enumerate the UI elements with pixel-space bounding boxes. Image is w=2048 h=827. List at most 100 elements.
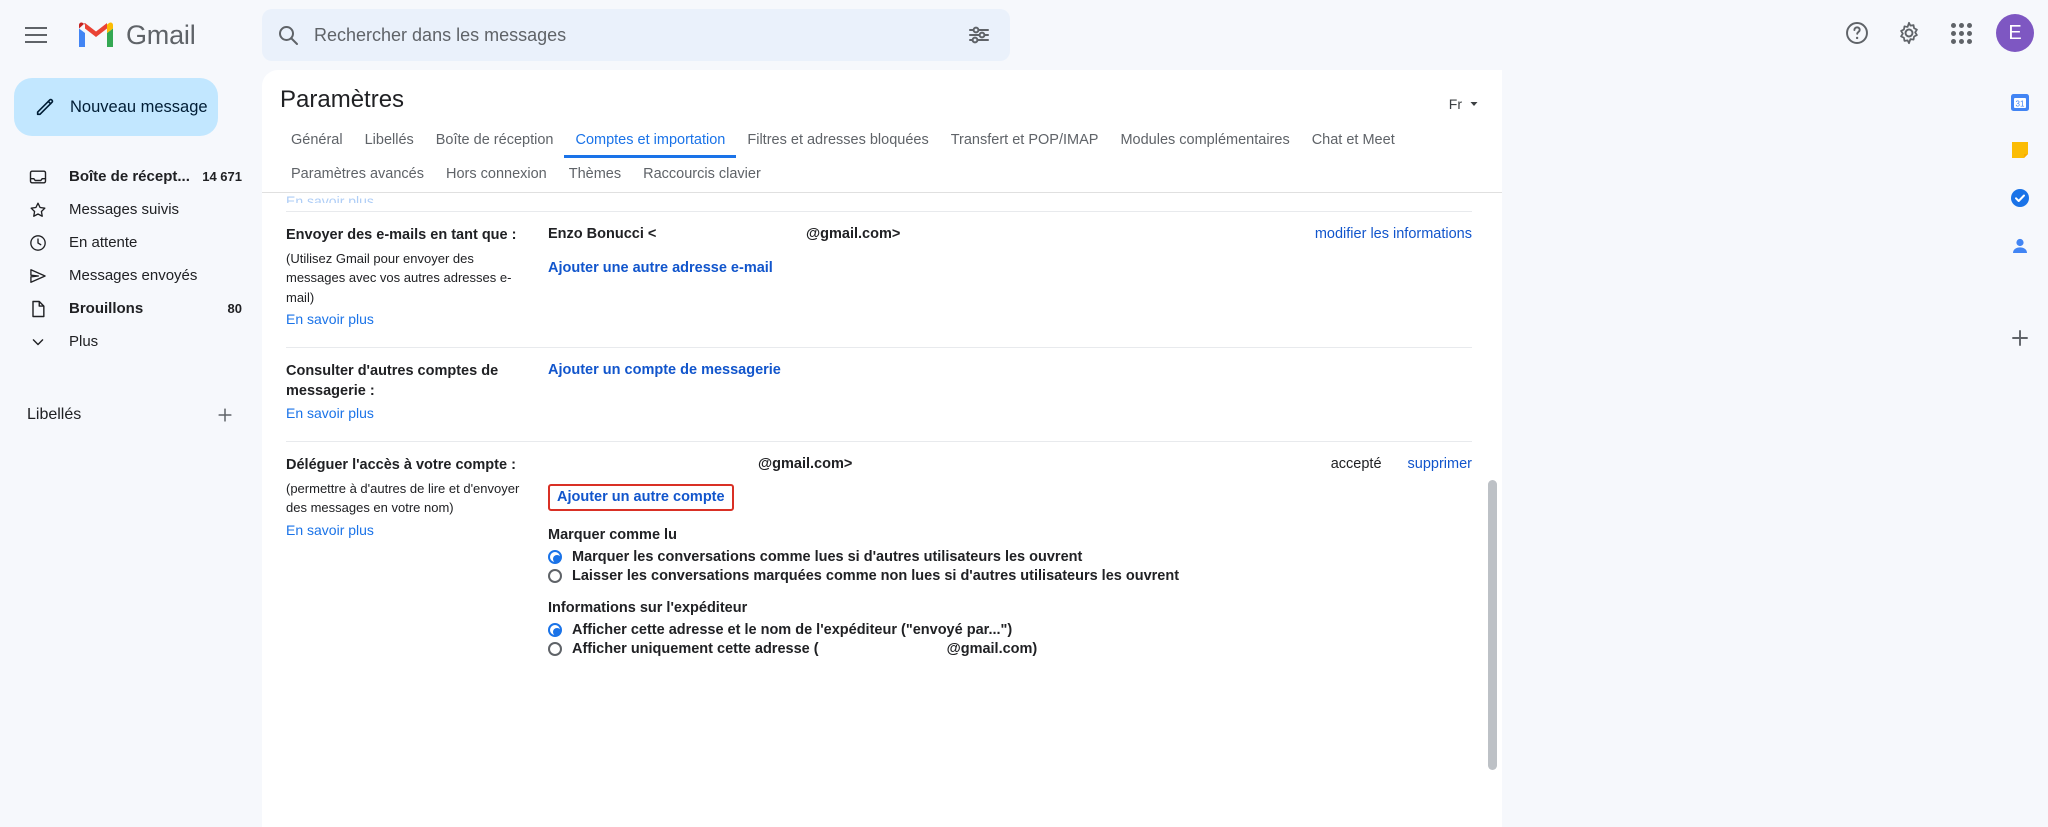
labels-header: Libellés: [27, 400, 240, 430]
sidebar-item-sent[interactable]: Messages envoyés: [0, 259, 248, 292]
radio-show-address-and-name[interactable]: [548, 623, 562, 638]
brand-name: Gmail: [126, 19, 196, 50]
tab-addons[interactable]: Modules complémentaires: [1109, 126, 1300, 158]
page-title: Paramètres: [280, 86, 405, 113]
chevron-down-icon: [1470, 102, 1478, 106]
send-icon: [27, 266, 49, 286]
add-another-account-link[interactable]: Ajouter un autre compte: [557, 489, 725, 505]
google-apps-icon[interactable]: [1938, 10, 1984, 56]
add-side-panel-app-icon[interactable]: [2006, 324, 2034, 352]
sender-info-option-1-label: Afficher cette adresse et le nom de l'ex…: [572, 622, 1013, 639]
tab-accounts-and-import[interactable]: Comptes et importation: [564, 126, 736, 158]
partial-learn-more-link[interactable]: En savoir plus: [280, 193, 1472, 203]
sidebar-item-count: 14 671: [202, 169, 242, 184]
send-as-account-name: Enzo Bonucci <: [548, 226, 657, 242]
sender-info-option-1[interactable]: Afficher cette adresse et le nom de l'ex…: [548, 622, 1472, 638]
delegate-status: accepté: [1330, 456, 1382, 473]
check-other-mail-learn-more-link[interactable]: En savoir plus: [286, 405, 532, 421]
keep-icon[interactable]: [2006, 136, 2034, 164]
sender-info-section: Informations sur l'expéditeur Afficher c…: [548, 600, 1472, 657]
mark-as-read-title: Marquer comme lu: [548, 527, 677, 544]
scrollbar-thumb[interactable]: [1488, 480, 1497, 770]
send-as-account-mail: @gmail.com>: [806, 226, 901, 242]
avatar[interactable]: E: [1996, 14, 2034, 52]
send-as-add-address-link[interactable]: Ajouter une autre adresse e-mail: [548, 260, 1472, 276]
search-options-icon[interactable]: [962, 18, 996, 52]
add-mail-account-link[interactable]: Ajouter un compte de messagerie: [548, 362, 1472, 378]
svg-text:31: 31: [2016, 99, 2025, 108]
check-other-mail-title: Consulter d'autres comptes de messagerie…: [286, 363, 499, 399]
delegation-title: Déléguer l'accès à votre compte :: [286, 457, 516, 474]
calendar-icon[interactable]: 31: [2006, 88, 2034, 116]
tab-labels[interactable]: Libellés: [354, 126, 425, 158]
settings-tabs-row-2: Paramètres avancés Hors connexion Thèmes…: [280, 160, 1502, 192]
sender-info-title: Informations sur l'expéditeur: [548, 600, 748, 617]
sidebar-item-label: En attente: [69, 234, 138, 251]
delegation-label-column: Déléguer l'accès à votre compte : (perme…: [286, 456, 548, 660]
sidebar-nav: Boîte de récept... 14 671 Messages suivi…: [0, 160, 262, 358]
tab-offline[interactable]: Hors connexion: [435, 160, 558, 192]
contacts-icon[interactable]: [2006, 232, 2034, 260]
language-selector[interactable]: Fr: [1449, 96, 1480, 112]
sidebar-item-label: Boîte de récept...: [69, 168, 190, 185]
mark-as-read-option-1-label: Marquer les conversations comme lues si …: [572, 549, 1083, 566]
gmail-logo[interactable]: Gmail: [76, 20, 196, 51]
send-as-section: Envoyer des e-mails en tant que : (Utili…: [280, 212, 1472, 339]
sidebar-item-label: Plus: [69, 333, 99, 350]
sidebar-item-label: Messages suivis: [69, 201, 180, 218]
compose-button[interactable]: Nouveau message: [14, 78, 218, 136]
draft-icon: [27, 299, 49, 319]
compose-label: Nouveau message: [70, 97, 208, 116]
delegate-email: @gmail.com>: [758, 456, 853, 473]
settings-panel: Paramètres Fr Général Libellés Boîte de …: [262, 70, 1502, 827]
search-icon: [279, 26, 298, 45]
radio-leave-unread[interactable]: [548, 569, 562, 584]
sidebar-item-inbox[interactable]: Boîte de récept... 14 671: [0, 160, 248, 193]
sidebar-item-count: 80: [227, 301, 242, 316]
tasks-icon[interactable]: [2006, 184, 2034, 212]
labels-title: Libellés: [27, 406, 82, 423]
radio-mark-read[interactable]: [548, 550, 562, 565]
sender-info-option-2-label: Afficher uniquement cette adresse (: [572, 641, 819, 658]
main-menu-icon[interactable]: [12, 11, 60, 59]
sidebar-item-drafts[interactable]: Brouillons 80: [0, 292, 248, 325]
check-other-mail-value-column: Ajouter un compte de messagerie: [548, 362, 1472, 421]
tab-forwarding-pop-imap[interactable]: Transfert et POP/IMAP: [940, 126, 1110, 158]
tab-themes[interactable]: Thèmes: [558, 160, 632, 192]
add-label-icon[interactable]: [210, 400, 240, 430]
sidebar-item-label: Messages envoyés: [69, 267, 198, 284]
send-as-learn-more-link[interactable]: En savoir plus: [286, 311, 532, 327]
sidebar-item-more[interactable]: Plus: [0, 325, 248, 358]
delegate-remove-link[interactable]: supprimer: [1408, 456, 1472, 472]
chevron-down-icon: [27, 332, 49, 352]
inbox-icon: [27, 167, 49, 187]
search-bar[interactable]: [262, 9, 1010, 61]
radio-show-address-only[interactable]: [548, 642, 562, 657]
settings-gear-icon[interactable]: [1886, 10, 1932, 56]
scrollbar-track[interactable]: [1488, 200, 1500, 820]
tab-filters[interactable]: Filtres et adresses bloquées: [736, 126, 939, 158]
sender-info-option-2[interactable]: Afficher uniquement cette adresse ( @gma…: [548, 641, 1472, 657]
settings-tabs-row-1: Général Libellés Boîte de réception Comp…: [280, 126, 1502, 158]
mark-as-read-option-1[interactable]: Marquer les conversations comme lues si …: [548, 549, 1472, 565]
send-as-row: Enzo Bonucci < @gmail.com> modifier les …: [548, 226, 1472, 242]
sidebar-item-starred[interactable]: Messages suivis: [0, 193, 248, 226]
tab-chat-and-meet[interactable]: Chat et Meet: [1301, 126, 1406, 158]
delegate-row: @gmail.com> accepté supprimer: [548, 456, 1472, 472]
search-input[interactable]: [314, 24, 962, 46]
gmail-settings-page: Gmail Rechercher dans les messages E Nou…: [0, 0, 2048, 827]
delegation-learn-more-link[interactable]: En savoir plus: [286, 522, 532, 538]
send-as-edit-link[interactable]: modifier les informations: [1315, 226, 1472, 242]
delegation-section: Déléguer l'accès à votre compte : (perme…: [280, 442, 1472, 672]
tab-inbox[interactable]: Boîte de réception: [425, 126, 565, 158]
star-icon: [27, 200, 49, 220]
help-icon[interactable]: [1834, 10, 1880, 56]
mark-as-read-option-2[interactable]: Laisser les conversations marquées comme…: [548, 568, 1472, 584]
top-bar: Gmail Rechercher dans les messages E: [0, 0, 2048, 70]
sidebar-item-snoozed[interactable]: En attente: [0, 226, 248, 259]
tab-advanced[interactable]: Paramètres avancés: [280, 160, 435, 192]
tab-general[interactable]: Général: [280, 126, 354, 158]
delegation-value-column: @gmail.com> accepté supprimer Ajouter un…: [548, 456, 1472, 660]
tab-keyboard-shortcuts[interactable]: Raccourcis clavier: [632, 160, 772, 192]
sidebar: Nouveau message Boîte de récept... 14 67…: [0, 70, 262, 827]
